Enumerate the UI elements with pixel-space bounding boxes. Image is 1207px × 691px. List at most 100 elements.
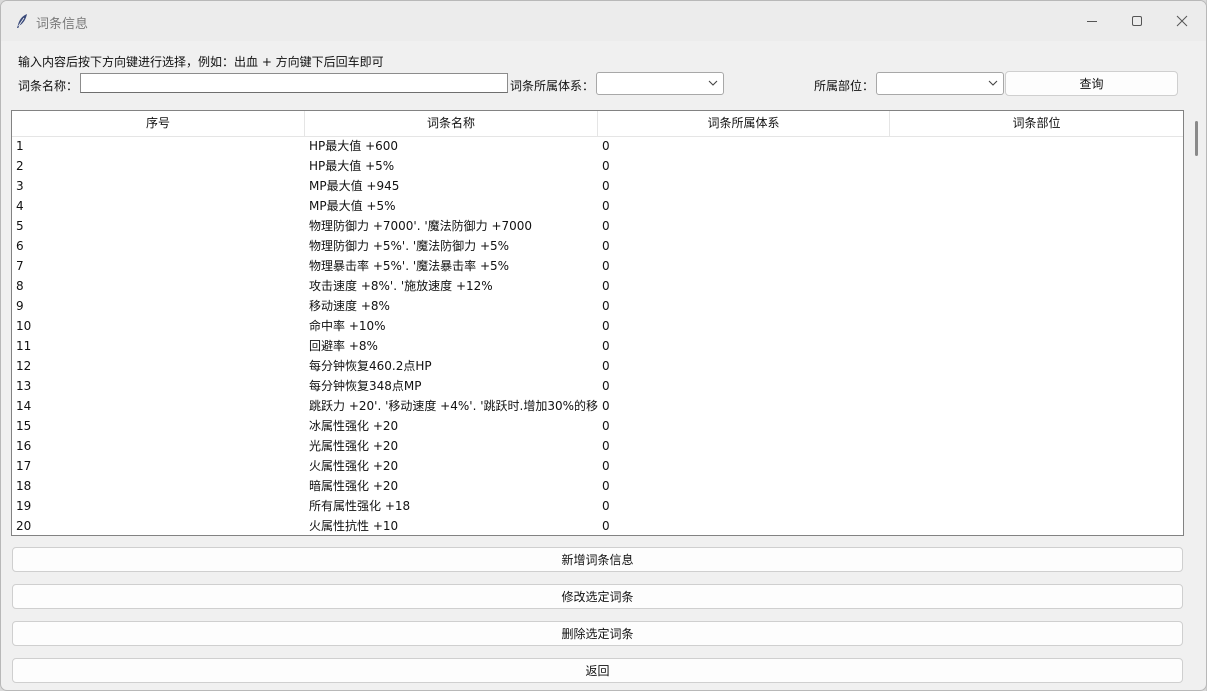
table-row[interactable]: 6 物理防御力 +5%'. '魔法防御力 +5% 0	[12, 236, 1183, 256]
table-row[interactable]: 18 暗属性强化 +20 0	[12, 476, 1183, 496]
cell-name: 每分钟恢复460.2点HP	[309, 359, 432, 373]
table-row[interactable]: 15 冰属性强化 +20 0	[12, 416, 1183, 436]
cell-system: 0	[602, 359, 610, 373]
cell-part	[890, 516, 1183, 535]
table-header: 序号 词条名称 词条所属体系 词条部位	[12, 111, 1183, 137]
cell-index: 20	[16, 519, 32, 533]
cell-name: 所有属性强化 +18	[309, 499, 411, 513]
table-row[interactable]: 1 HP最大值 +600 0	[12, 136, 1183, 156]
cell-part	[890, 436, 1183, 456]
cell-part	[890, 136, 1183, 156]
cell-system: 0	[602, 459, 610, 473]
cell-part	[890, 316, 1183, 336]
cell-index: 7	[16, 259, 24, 273]
usage-hint: 输入内容后按下方向键进行选择，例如：出血 + 方向键下后回车即可	[18, 55, 384, 69]
cell-part	[890, 496, 1183, 516]
cell-name: 移动速度 +8%	[309, 299, 390, 313]
table-row[interactable]: 7 物理暴击率 +5%'. '魔法暴击率 +5% 0	[12, 256, 1183, 276]
system-label: 词条所属体系：	[510, 79, 595, 93]
maximize-button[interactable]	[1114, 7, 1160, 35]
system-combobox[interactable]	[596, 72, 724, 95]
delete-entry-button[interactable]: 删除选定词条	[12, 621, 1183, 646]
table-row[interactable]: 12 每分钟恢复460.2点HP 0	[12, 356, 1183, 376]
close-button[interactable]	[1159, 7, 1205, 35]
table-scrollbar-thumb[interactable]	[1195, 121, 1198, 156]
cell-part	[890, 336, 1183, 356]
minimize-icon	[1087, 21, 1097, 22]
table-row[interactable]: 17 火属性强化 +20 0	[12, 456, 1183, 476]
cell-name: 物理防御力 +5%'. '魔法防御力 +5%	[309, 239, 510, 253]
name-input[interactable]	[80, 73, 508, 93]
table-row[interactable]: 11 回避率 +8% 0	[12, 336, 1183, 356]
cell-index: 8	[16, 279, 24, 293]
cell-system: 0	[602, 439, 610, 453]
cell-name: HP最大值 +600	[309, 139, 399, 153]
table-row[interactable]: 10 命中率 +10% 0	[12, 316, 1183, 336]
entry-table[interactable]: 序号 词条名称 词条所属体系 词条部位 1 HP最大值 +600 0 2 HP最大值 +…	[11, 110, 1184, 536]
cell-name: 命中率 +10%	[309, 319, 386, 333]
table-row[interactable]: 20 火属性抗性 +10 0	[12, 516, 1183, 535]
cell-system: 0	[602, 179, 610, 193]
column-header-part[interactable]: 词条部位	[890, 111, 1183, 136]
chevron-down-icon	[988, 80, 998, 86]
column-header-index[interactable]: 序号	[12, 111, 305, 136]
cell-name: HP最大值 +5%	[309, 159, 395, 173]
cell-index: 3	[16, 179, 24, 193]
cell-name: MP最大值 +5%	[309, 199, 396, 213]
cell-part	[890, 416, 1183, 436]
name-label: 词条名称：	[18, 79, 79, 93]
cell-part	[890, 356, 1183, 376]
part-label: 所属部位：	[814, 79, 875, 93]
cell-system: 0	[602, 419, 610, 433]
cell-part	[890, 196, 1183, 216]
table-row[interactable]: 14 跳跃力 +20'. '移动速度 +4%'. '跳跃时.增加30%的移动速度 0	[12, 396, 1183, 416]
cell-name: 回避率 +8%	[309, 339, 378, 353]
cell-index: 18	[16, 479, 32, 493]
cell-index: 4	[16, 199, 24, 213]
table-row[interactable]: 8 攻击速度 +8%'. '施放速度 +12% 0	[12, 276, 1183, 296]
cell-name: 冰属性强化 +20	[309, 419, 399, 433]
column-header-name[interactable]: 词条名称	[305, 111, 598, 136]
cell-system: 0	[602, 399, 610, 413]
title-bar[interactable]: 词条信息	[1, 1, 1206, 41]
cell-system: 0	[602, 239, 610, 253]
part-combobox[interactable]	[876, 72, 1004, 95]
table-row[interactable]: 16 光属性强化 +20 0	[12, 436, 1183, 456]
cell-index: 1	[16, 139, 24, 153]
cell-index: 17	[16, 459, 32, 473]
table-row[interactable]: 19 所有属性强化 +18 0	[12, 496, 1183, 516]
cell-index: 2	[16, 159, 24, 173]
cell-system: 0	[602, 479, 610, 493]
cell-part	[890, 396, 1183, 416]
cell-system: 0	[602, 159, 610, 173]
back-button[interactable]: 返回	[12, 658, 1183, 683]
cell-name: 物理暴击率 +5%'. '魔法暴击率 +5%	[309, 259, 510, 273]
column-header-system[interactable]: 词条所属体系	[598, 111, 890, 136]
cell-index: 9	[16, 299, 24, 313]
table-row[interactable]: 13 每分钟恢复348点MP 0	[12, 376, 1183, 396]
cell-index: 15	[16, 419, 32, 433]
cell-index: 5	[16, 219, 24, 233]
minimize-button[interactable]	[1069, 7, 1115, 35]
cell-name: 每分钟恢复348点MP	[309, 379, 422, 393]
cell-index: 19	[16, 499, 32, 513]
cell-system: 0	[602, 519, 610, 533]
query-button[interactable]: 查询	[1005, 71, 1178, 96]
cell-name: 火属性抗性 +10	[309, 519, 399, 533]
cell-part	[890, 216, 1183, 236]
cell-index: 14	[16, 399, 32, 413]
table-row[interactable]: 5 物理防御力 +7000'. '魔法防御力 +7000 0	[12, 216, 1183, 236]
cell-name: 攻击速度 +8%'. '施放速度 +12%	[309, 279, 493, 293]
cell-system: 0	[602, 139, 610, 153]
table-row[interactable]: 3 MP最大值 +945 0	[12, 176, 1183, 196]
edit-entry-button[interactable]: 修改选定词条	[12, 584, 1183, 609]
cell-part	[890, 376, 1183, 396]
table-row[interactable]: 4 MP最大值 +5% 0	[12, 196, 1183, 216]
table-row[interactable]: 9 移动速度 +8% 0	[12, 296, 1183, 316]
cell-name: 跳跃力 +20'. '移动速度 +4%'. '跳跃时.增加30%的移动速度	[309, 399, 598, 413]
table-row[interactable]: 2 HP最大值 +5% 0	[12, 156, 1183, 176]
cell-index: 10	[16, 319, 32, 333]
cell-system: 0	[602, 219, 610, 233]
add-entry-button[interactable]: 新增词条信息	[12, 547, 1183, 572]
cell-system: 0	[602, 199, 610, 213]
